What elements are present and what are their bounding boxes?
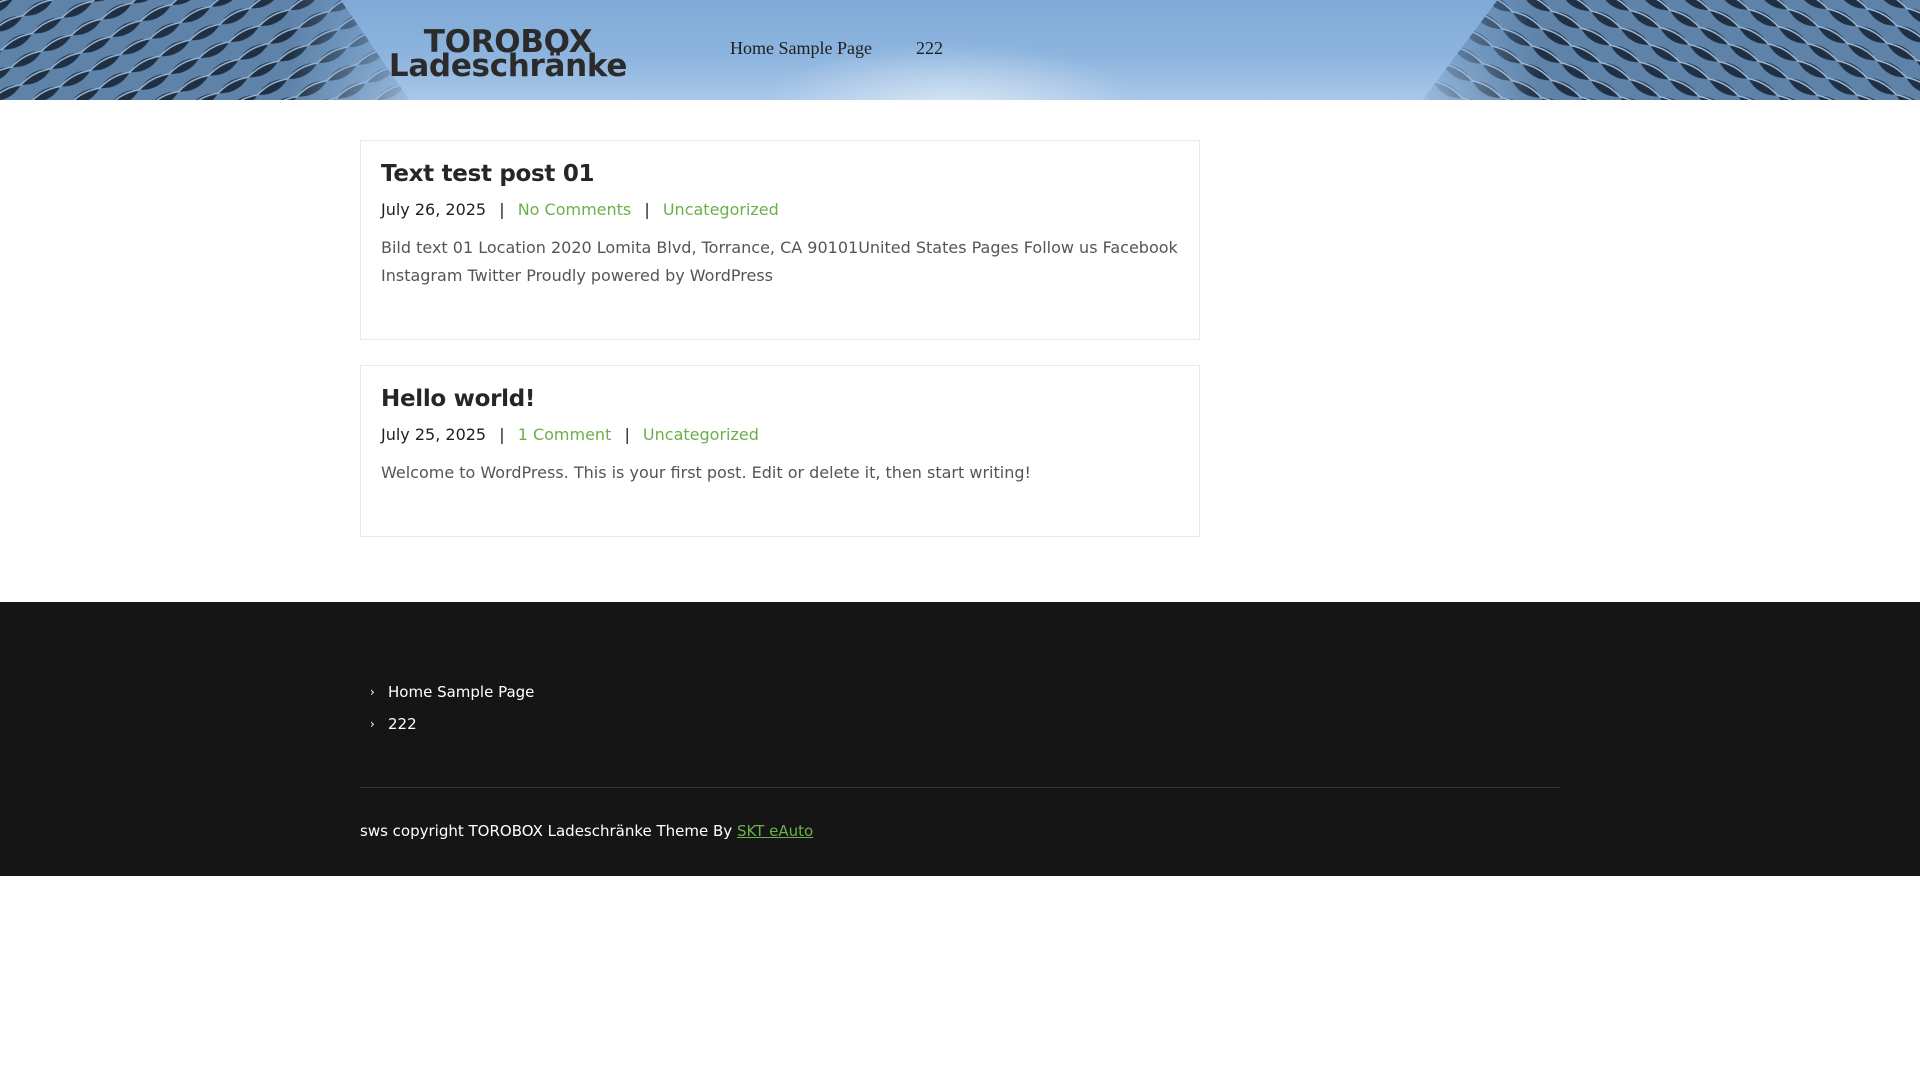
post-category-link[interactable]: Uncategorized <box>663 200 779 219</box>
footer-divider <box>360 787 1560 788</box>
post-date: July 26, 2025 <box>381 200 487 219</box>
footer-menu-item: › Home Sample Page <box>370 676 534 708</box>
meta-separator: | <box>499 200 505 219</box>
theme-credit-link[interactable]: SKT eAuto <box>737 822 813 840</box>
footer-menu: › Home Sample Page › 222 <box>370 676 534 740</box>
post-card: Text test post 01 July 26, 2025 | No Com… <box>360 140 1200 340</box>
post-comments-link[interactable]: No Comments <box>518 200 632 219</box>
post-excerpt: Welcome to WordPress. This is your first… <box>381 463 1031 482</box>
post-meta: July 25, 2025 | 1 Comment | Uncategorize… <box>381 424 1179 446</box>
copyright: sws copyright TOROBOX Ladeschränke Theme… <box>360 822 813 840</box>
meta-separator: | <box>499 425 505 444</box>
post-card: Hello world! July 25, 2025 | 1 Comment |… <box>360 365 1200 537</box>
post-category-link[interactable]: Uncategorized <box>643 425 759 444</box>
copyright-text: sws copyright TOROBOX Ladeschränke Theme… <box>360 822 733 840</box>
nav-item-home-sample-page[interactable]: Home Sample Page <box>730 38 872 59</box>
post-date: July 25, 2025 <box>381 425 487 444</box>
meta-separator: | <box>644 200 650 219</box>
footer-link-222[interactable]: 222 <box>388 715 417 733</box>
footer-menu-item: › 222 <box>370 708 534 740</box>
post-excerpt: Bild text 01 Location 2020 Lomita Blvd, … <box>381 238 1178 285</box>
post-comments-link[interactable]: 1 Comment <box>518 425 612 444</box>
nav-item-222[interactable]: 222 <box>916 38 943 59</box>
chevron-right-icon: › <box>370 685 375 699</box>
meta-separator: | <box>624 425 630 444</box>
header-facade-right-image <box>1340 0 1920 100</box>
site-logo-line2: Ladeschränke <box>388 48 628 84</box>
post-title-link[interactable]: Text test post 01 <box>381 159 1179 189</box>
post-title-link[interactable]: Hello world! <box>381 384 1179 414</box>
main-navigation: Home Sample Page 222 <box>730 38 943 59</box>
site-header: TOROBOX Ladeschränke Home Sample Page 22… <box>0 0 1920 100</box>
footer-link-home-sample-page[interactable]: Home Sample Page <box>388 683 534 701</box>
site-footer: › Home Sample Page › 222 sws copyright T… <box>0 602 1920 876</box>
post-meta: July 26, 2025 | No Comments | Uncategori… <box>381 199 1179 221</box>
chevron-right-icon: › <box>370 717 375 731</box>
site-logo[interactable]: TOROBOX Ladeschränke <box>368 27 648 84</box>
